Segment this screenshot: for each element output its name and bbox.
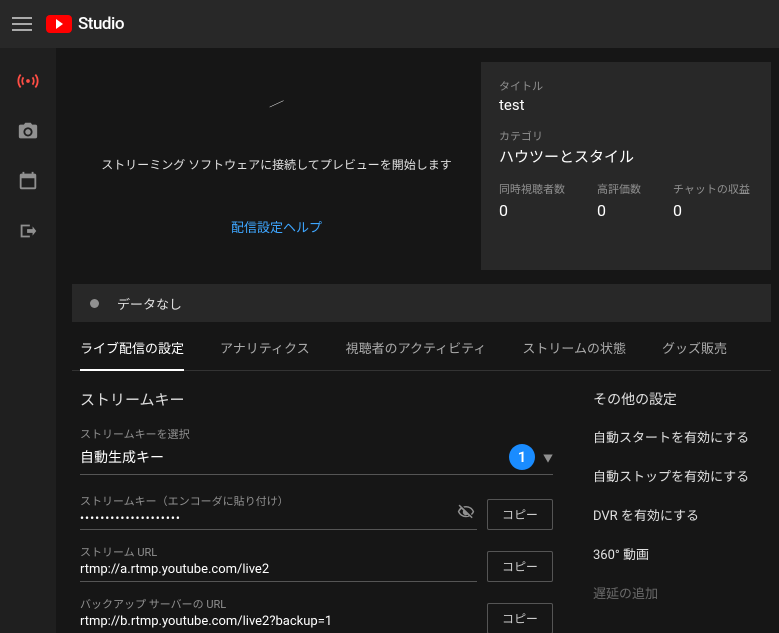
stat-likes: 高評価数 0 <box>597 181 641 220</box>
select-key-value: 自動生成キー <box>80 447 509 467</box>
stream-url-label: ストリーム URL <box>80 544 477 560</box>
category-value: ハウツーとスタイル <box>499 146 753 167</box>
stream-key-input[interactable]: •••••••••••••••••••• <box>80 511 477 525</box>
stream-key-select[interactable]: 自動生成キー 1 ▼ <box>80 444 553 475</box>
other-settings-title: その他の設定 <box>593 389 763 409</box>
visibility-off-icon[interactable] <box>457 503 475 525</box>
youtube-icon <box>46 15 72 33</box>
wand-icon: ╱ <box>269 95 285 114</box>
camera-icon[interactable] <box>17 120 39 142</box>
studio-logo[interactable]: Studio <box>46 14 124 34</box>
stream-url-input[interactable]: rtmp://a.rtmp.youtube.com/live2 <box>80 562 477 577</box>
setting-autostop[interactable]: 自動ストップを有効にする <box>593 466 763 485</box>
setting-dvr[interactable]: DVR を有効にする <box>593 505 763 524</box>
setting-autostart[interactable]: 自動スタートを有効にする <box>593 427 763 446</box>
setting-latency[interactable]: 遅延の追加 <box>593 583 763 602</box>
tab-analytics[interactable]: アナリティクス <box>220 338 310 370</box>
preview-panel: ╱ ストリーミング ソフトウェアに接続してプレビューを開始します 配信設定ヘルプ <box>72 62 481 270</box>
copy-url-button[interactable]: コピー <box>487 551 553 582</box>
setting-360[interactable]: 360° 動画 <box>593 544 763 563</box>
tab-stream-settings[interactable]: ライブ配信の設定 <box>80 338 184 371</box>
chevron-down-icon: ▼ <box>543 450 553 465</box>
title-value: test <box>499 96 753 114</box>
preview-message: ストリーミング ソフトウェアに接続してプレビューを開始します <box>101 156 452 173</box>
stream-icon[interactable] <box>17 70 39 92</box>
status-dot-icon <box>90 299 99 308</box>
tab-merch[interactable]: グッズ販売 <box>662 338 727 370</box>
calendar-icon[interactable] <box>17 170 39 192</box>
brand-text: Studio <box>78 14 124 34</box>
annotation-badge-1: 1 <box>509 444 535 470</box>
left-nav <box>0 48 56 633</box>
tab-bar: ライブ配信の設定 アナリティクス 視聴者のアクティビティ ストリームの状態 グッ… <box>72 322 771 371</box>
tab-stream-health[interactable]: ストリームの状態 <box>522 338 626 370</box>
copy-backup-button[interactable]: コピー <box>487 603 553 633</box>
stream-key-label: ストリームキー（エンコーダに貼り付け） <box>80 493 477 509</box>
stat-viewers: 同時視聴者数 0 <box>499 181 565 220</box>
backup-url-input[interactable]: rtmp://b.rtmp.youtube.com/live2?backup=1 <box>80 614 477 629</box>
stat-chat-revenue: チャットの収益 0 <box>673 181 750 220</box>
menu-icon[interactable] <box>12 17 32 31</box>
status-bar: データなし <box>72 284 771 322</box>
category-label: カテゴリ <box>499 128 753 144</box>
top-bar: Studio <box>0 0 779 48</box>
select-key-label: ストリームキーを選択 <box>80 426 553 442</box>
exit-icon[interactable] <box>17 220 39 242</box>
copy-key-button[interactable]: コピー <box>487 499 553 530</box>
info-panel: タイトル test カテゴリ ハウツーとスタイル 同時視聴者数 0 高評価数 0… <box>481 62 771 270</box>
backup-url-label: バックアップ サーバーの URL <box>80 596 477 612</box>
stream-help-link[interactable]: 配信設定ヘルプ <box>231 217 322 236</box>
tab-viewer-activity[interactable]: 視聴者のアクティビティ <box>346 338 487 370</box>
title-label: タイトル <box>499 78 753 94</box>
stream-key-title: ストリームキー <box>80 389 553 410</box>
status-text: データなし <box>117 294 182 313</box>
